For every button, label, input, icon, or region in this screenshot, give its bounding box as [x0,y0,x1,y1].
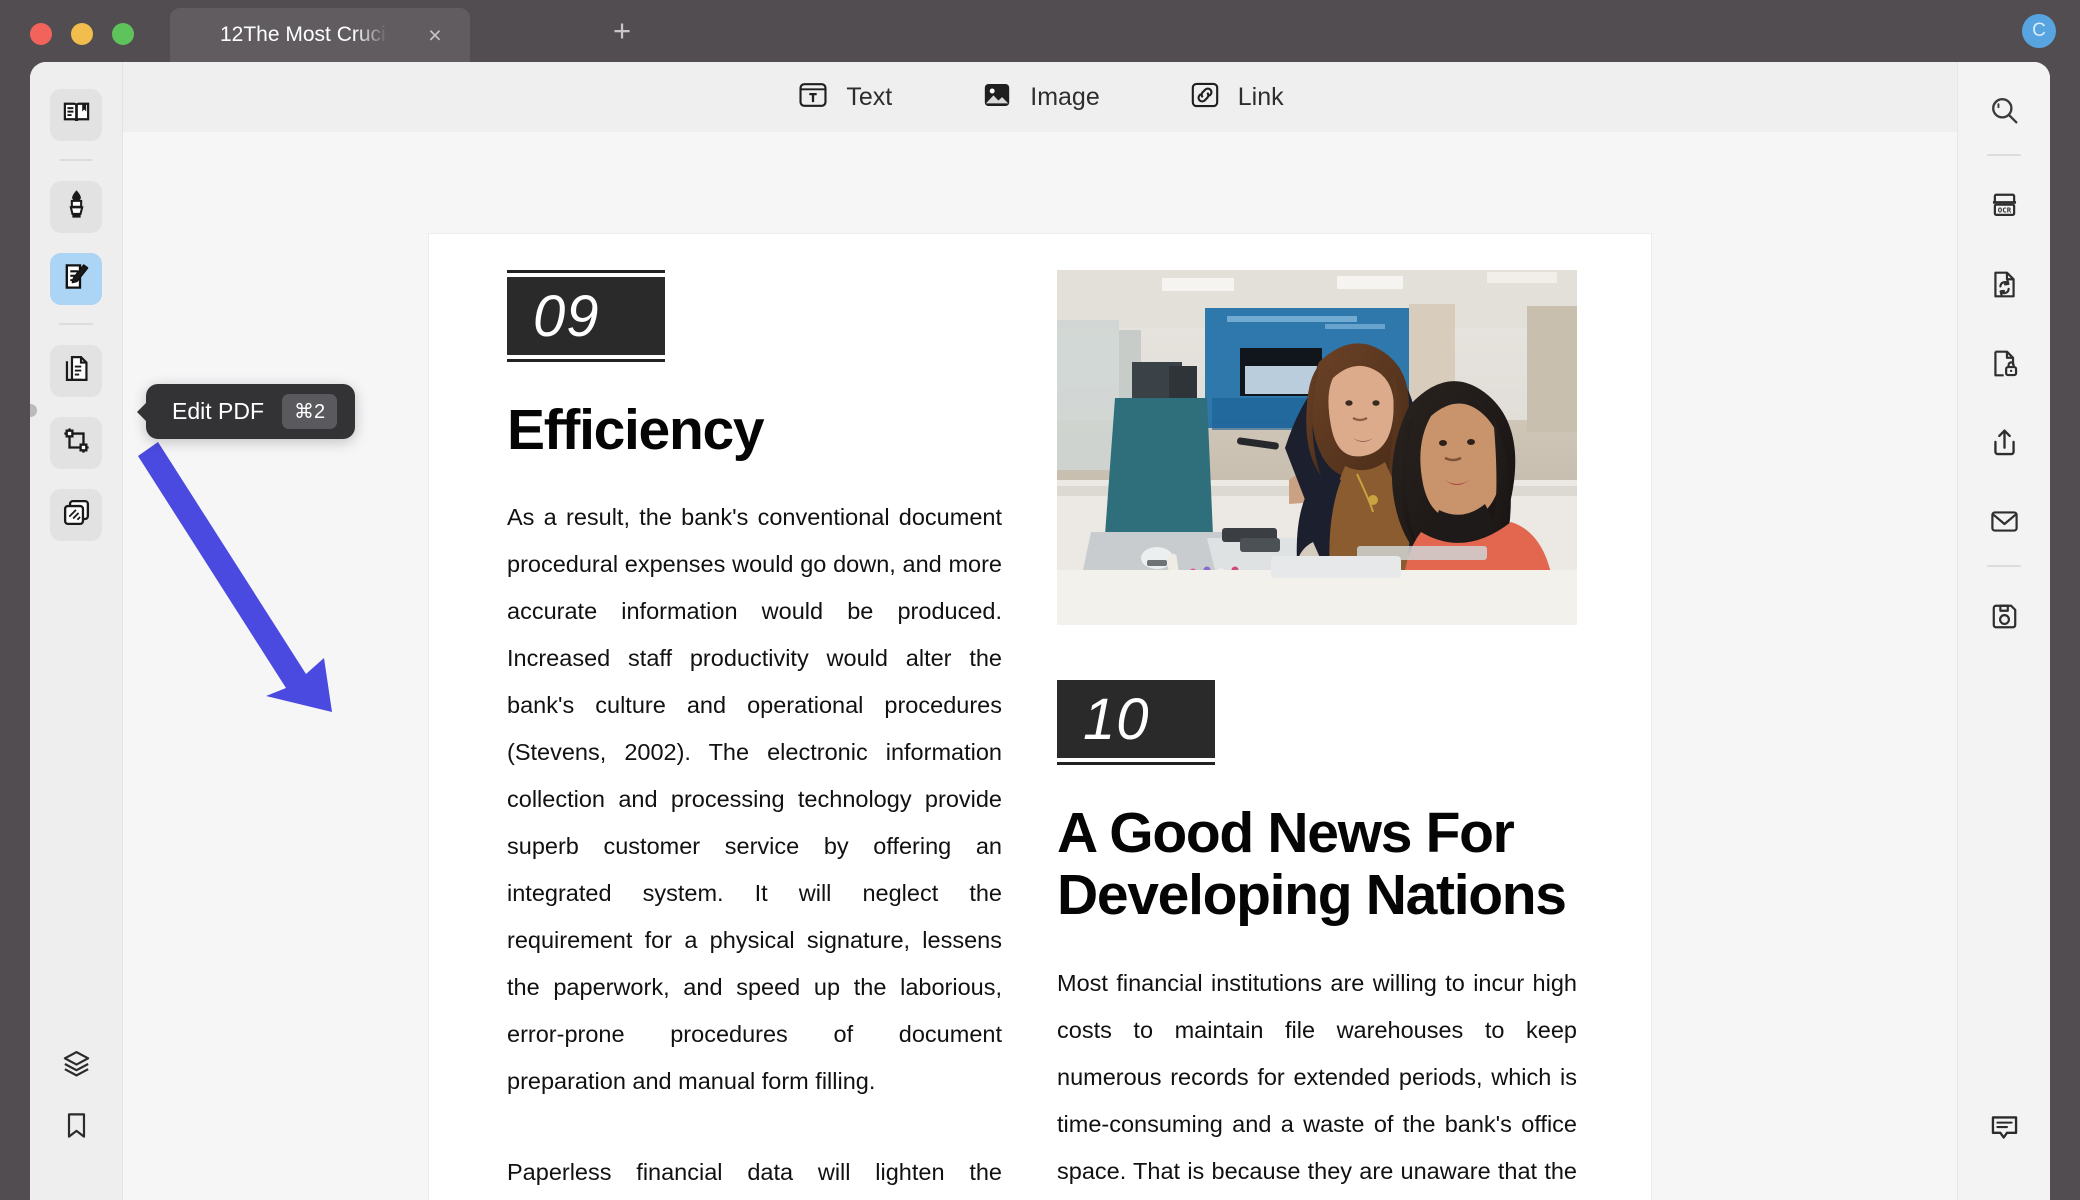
sidebar-item-background[interactable] [50,489,102,541]
section-title-good-news: A Good News For Developing Nations [1057,801,1567,927]
envelope-icon [1988,505,2021,543]
section-paragraph: As a result, the bank's conventional doc… [507,504,1002,1095]
crop-icon [61,425,92,461]
bookmark-icon [61,1110,92,1146]
file-convert-icon [1988,268,2021,306]
sidebar-item-layers[interactable] [50,1040,102,1092]
section-paragraph: Paperless financial data will lighten th… [507,1159,1002,1186]
share-upload-icon [1988,426,2021,464]
layers-icon [61,1048,92,1084]
ocr-icon: OCR [1988,189,2021,227]
sidebar-item-reader-view[interactable] [50,89,102,141]
right-sidebar: OCR [1957,62,2050,1200]
section-number-10: 10 [1057,680,1215,758]
image-icon [980,78,1014,117]
toolbar-item-text-label: Text [846,82,893,111]
sidebar-item-crop[interactable] [50,417,102,469]
comment-bubble-icon [1988,1110,2021,1148]
minimize-window-button[interactable] [71,23,93,45]
section-number-09: 09 [507,277,665,355]
tooltip-shortcut: ⌘2 [282,394,338,429]
title-bar: 12The Most Crucial Strateg × + C [0,0,2080,62]
toolbar-item-image-label: Image [1030,82,1100,111]
text-box-icon [796,78,830,117]
sidebar-item-bookmarks[interactable] [50,1102,102,1154]
document-viewport[interactable]: 09 Efficiency As a result, the bank's co… [123,132,1957,1200]
sidebar-item-search[interactable] [1977,86,2031,140]
avatar[interactable]: C [2022,14,2056,48]
sidebar-item-ocr[interactable]: OCR [1977,181,2031,235]
highlighter-icon [61,189,92,225]
sidebar-item-edit-pdf[interactable] [50,253,102,305]
main-area: Text Image Link 09 Efficiency As a resul… [30,62,2050,1200]
stacked-cards-icon [61,497,92,533]
pdf-page[interactable]: 09 Efficiency As a result, the bank's co… [429,234,1651,1200]
section-title-efficiency: Efficiency [507,398,765,462]
svg-text:OCR: OCR [1997,205,2011,214]
sidebar-item-convert[interactable] [1977,260,2031,314]
toolbar-item-link-label: Link [1237,82,1284,111]
magnifier-icon [1988,94,2021,132]
sidebar-item-comments[interactable] [1977,1102,2031,1156]
sidebar-divider-1 [59,159,93,161]
link-icon [1188,78,1222,117]
new-tab-icon[interactable]: + [608,15,636,46]
floppy-disk-icon [1988,600,2021,638]
sidebar-item-share[interactable] [1977,418,2031,472]
section-number-badge-10: 10 [1057,673,1215,765]
toolbar-item-link[interactable]: Link [1178,72,1294,123]
edit-document-icon [61,261,92,297]
close-window-button[interactable] [30,23,52,45]
toolbar-item-text[interactable]: Text [786,72,902,123]
toolbar-item-image[interactable]: Image [970,72,1109,123]
document-tab[interactable]: 12The Most Crucial Strateg × [170,8,470,62]
page-copy-icon [61,353,92,389]
page-column-left: 09 Efficiency As a result, the bank's co… [507,270,1002,1200]
right-divider-2 [1987,565,2021,567]
sidebar-resize-handle[interactable] [30,398,42,422]
sidebar-item-save[interactable] [1977,592,2031,646]
tab-title: 12The Most Crucial Strateg [220,23,388,46]
open-book-icon [61,97,92,133]
sidebar-item-annotate[interactable] [50,181,102,233]
sidebar-divider-2 [59,323,93,325]
sidebar-item-protect[interactable] [1977,339,2031,393]
tooltip-edit-pdf: Edit PDF ⌘2 [136,384,356,439]
sidebar-item-email[interactable] [1977,497,2031,551]
file-lock-icon [1988,347,2021,385]
document-photo[interactable] [1057,270,1577,625]
sidebar-item-organize-pages[interactable] [50,345,102,397]
section-number-badge-09: 09 [507,270,665,362]
right-divider-1 [1987,154,2021,156]
tooltip-label: Edit PDF [172,398,265,424]
app-window: 12The Most Crucial Strateg × + C [0,0,2080,1200]
office-photo-illustration [1057,270,1577,625]
window-controls [30,23,134,45]
maximize-window-button[interactable] [112,23,134,45]
section-paragraph: Most financial institutions are willing … [1057,970,1577,1185]
close-tab-icon[interactable]: × [424,24,446,47]
edit-toolbar: Text Image Link [123,62,1957,132]
left-sidebar [30,62,123,1200]
page-column-right: 10 A Good News For Developing Nations Mo… [1057,270,1577,1200]
